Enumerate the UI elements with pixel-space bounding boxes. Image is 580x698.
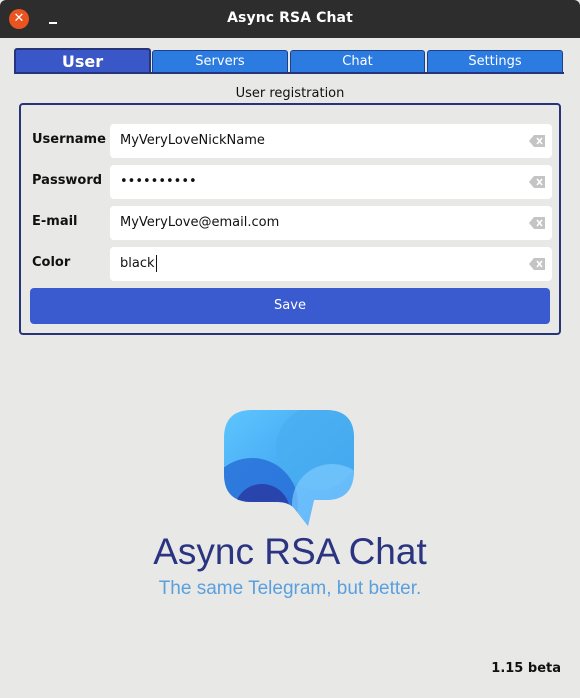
- color-value: black: [120, 256, 155, 271]
- tab-user[interactable]: User: [14, 48, 151, 74]
- tab-settings[interactable]: Settings: [427, 50, 563, 72]
- text-caret: [155, 255, 157, 272]
- username-label: Username: [32, 132, 106, 147]
- chat-bubble-logo-icon: [222, 408, 358, 528]
- color-label: Color: [32, 255, 71, 270]
- section-title: User registration: [235, 86, 345, 101]
- clear-icon[interactable]: [529, 258, 545, 270]
- tab-servers[interactable]: Servers: [152, 50, 288, 72]
- title-bar: ✕ Async RSA Chat: [0, 0, 580, 38]
- window-title: Async RSA Chat: [227, 10, 353, 26]
- email-field[interactable]: MyVeryLove@email.com: [110, 206, 552, 240]
- password-value: ••••••••••: [120, 174, 197, 189]
- email-value: MyVeryLove@email.com: [120, 215, 280, 230]
- registration-group: Username MyVeryLoveNickName Password •••…: [19, 103, 561, 335]
- brand-subtitle: The same Telegram, but better.: [158, 578, 422, 599]
- password-field[interactable]: ••••••••••: [110, 165, 552, 199]
- clear-icon[interactable]: [529, 135, 545, 147]
- tab-bar: User Servers Chat Settings: [14, 48, 564, 74]
- save-button[interactable]: Save: [30, 288, 550, 324]
- clear-icon[interactable]: [529, 176, 545, 188]
- color-field[interactable]: black: [110, 247, 552, 281]
- password-label: Password: [32, 173, 103, 188]
- clear-icon[interactable]: [529, 217, 545, 229]
- version-label: 1.15 beta: [491, 661, 561, 676]
- username-field[interactable]: MyVeryLoveNickName: [110, 124, 552, 158]
- username-value: MyVeryLoveNickName: [120, 133, 265, 148]
- tab-chat[interactable]: Chat: [290, 50, 425, 72]
- email-label: E-mail: [32, 214, 78, 229]
- brand-title: Async RSA Chat: [153, 531, 427, 572]
